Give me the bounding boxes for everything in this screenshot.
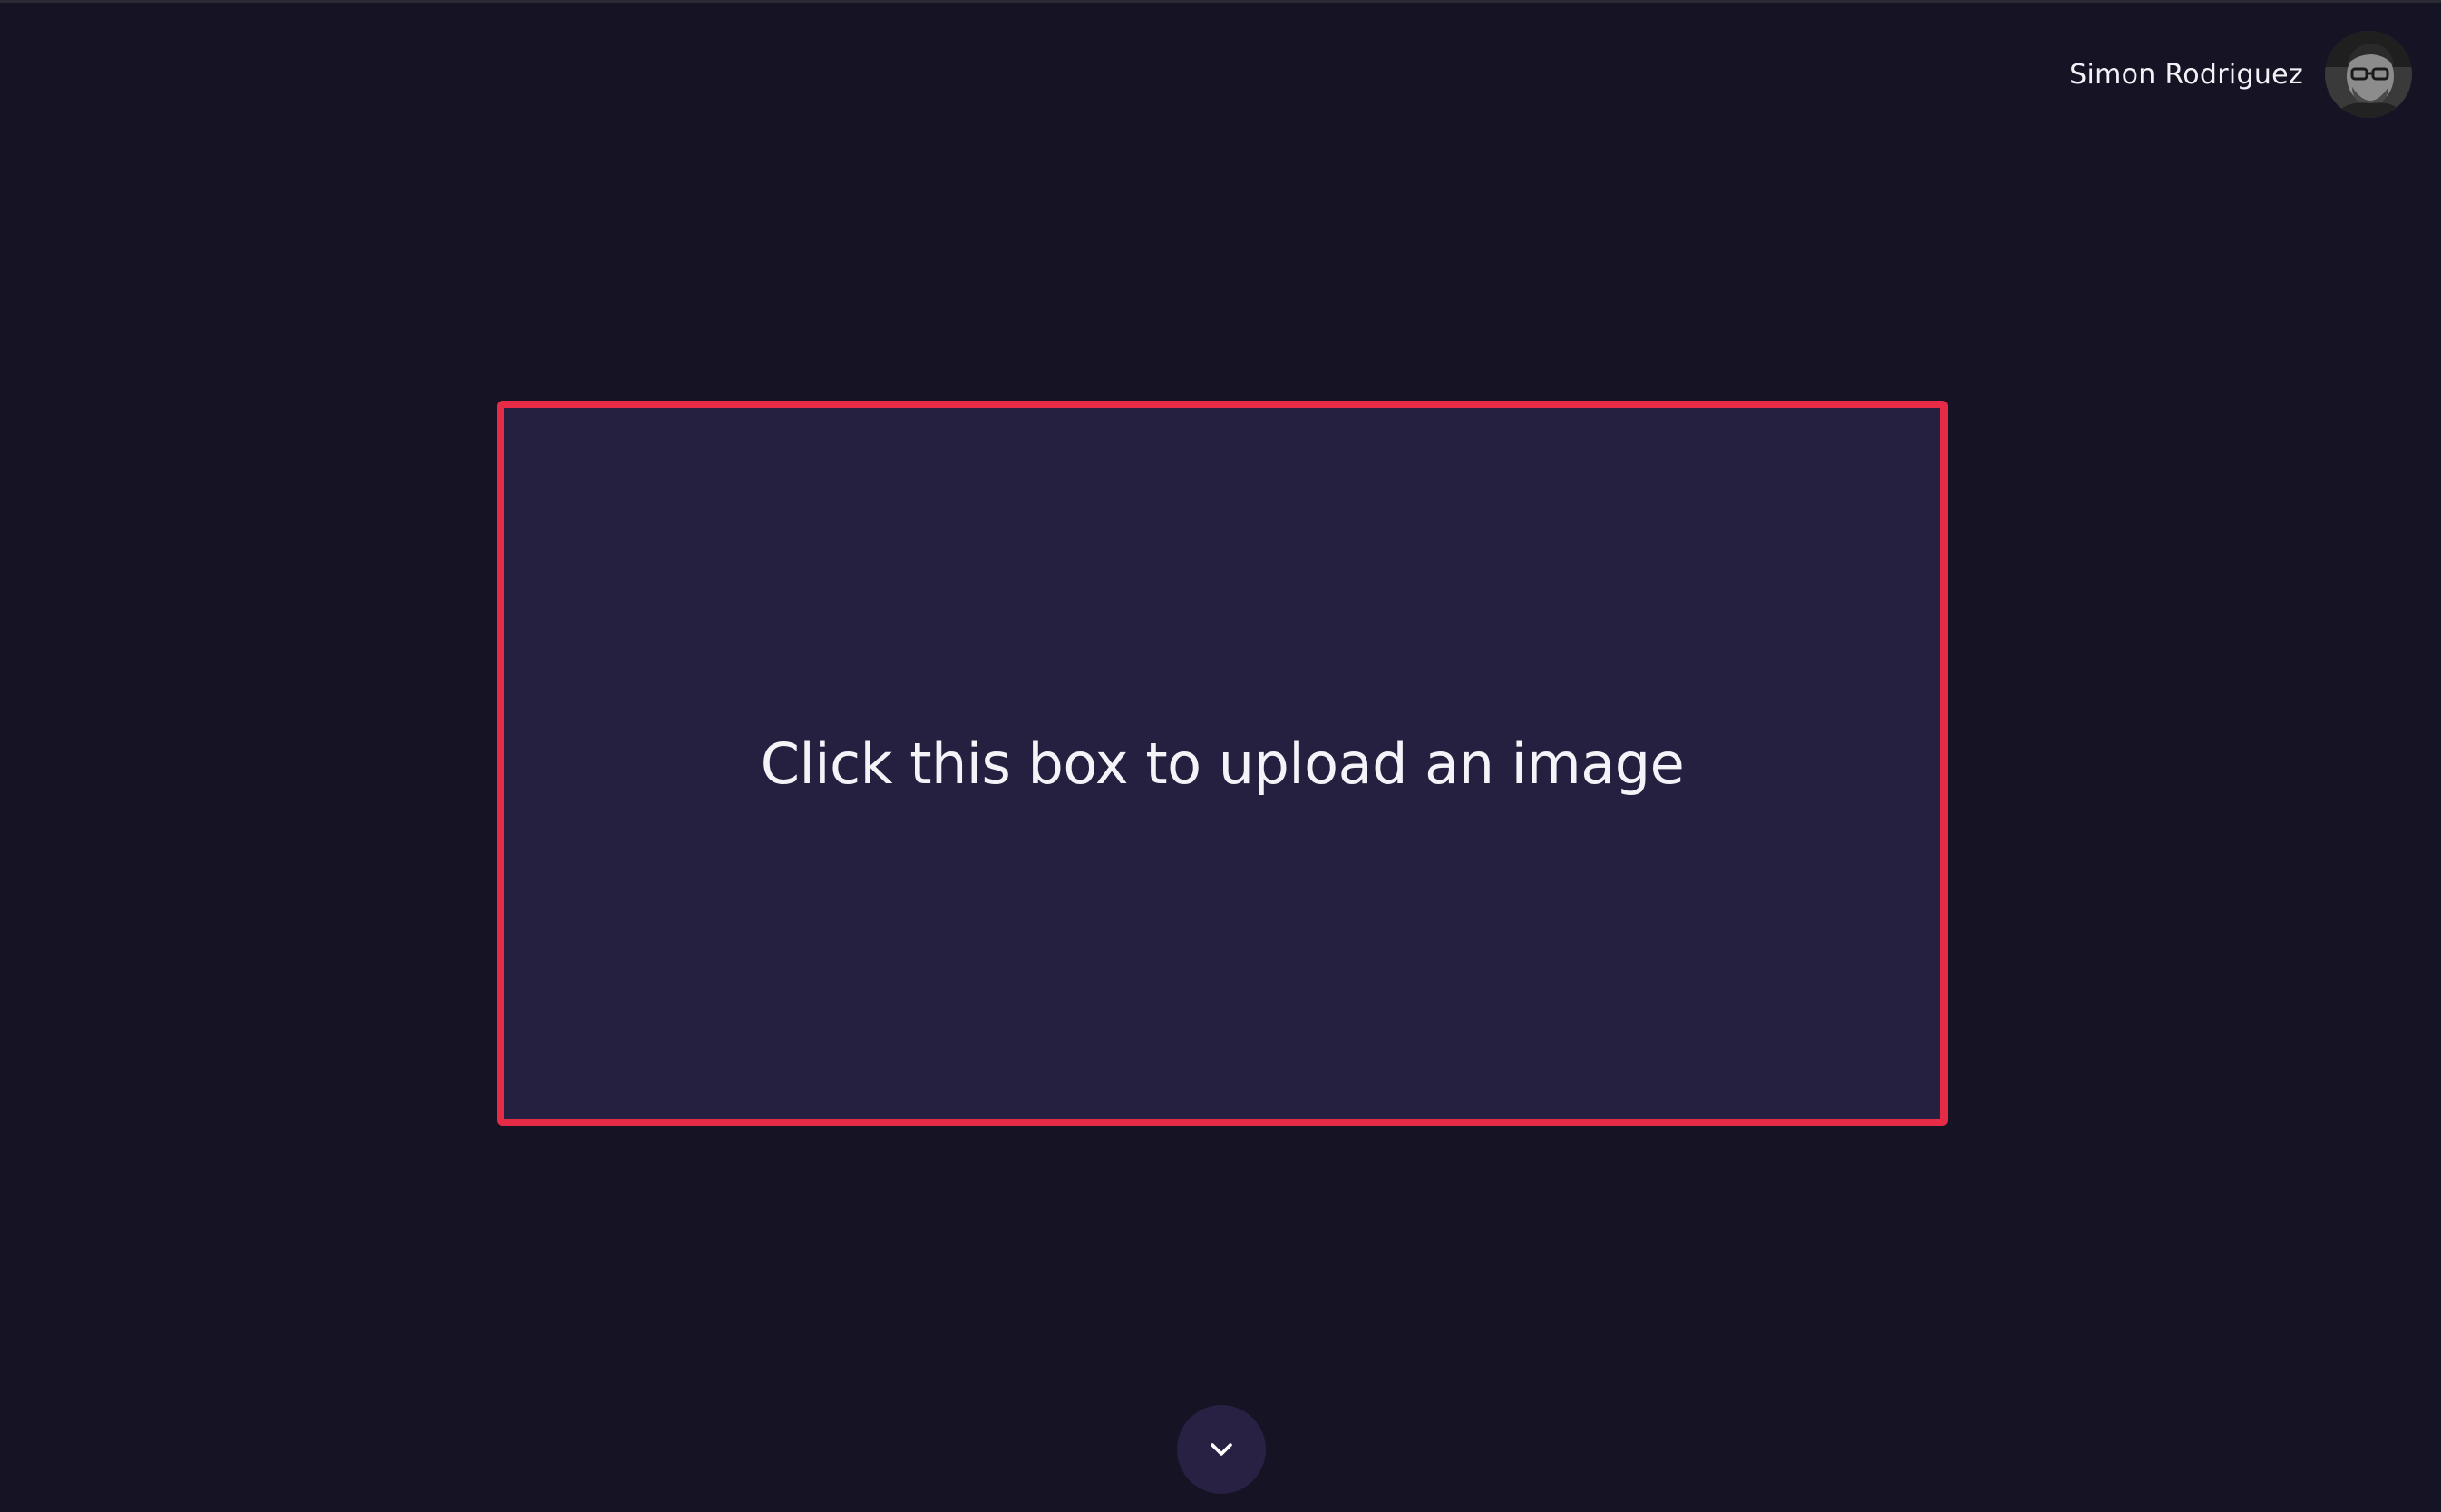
chevron-down-icon (1211, 1443, 1232, 1456)
avatar[interactable] (2325, 31, 2412, 118)
top-divider (0, 0, 2441, 3)
scroll-down-button[interactable] (1177, 1405, 1266, 1494)
user-name: Simon Rodriguez (2069, 58, 2303, 91)
avatar-photo-icon (2325, 31, 2412, 118)
user-menu[interactable]: Simon Rodriguez (2069, 31, 2412, 118)
upload-dropzone[interactable]: Click this box to upload an image (497, 401, 1948, 1126)
upload-prompt: Click this box to upload an image (760, 730, 1685, 797)
